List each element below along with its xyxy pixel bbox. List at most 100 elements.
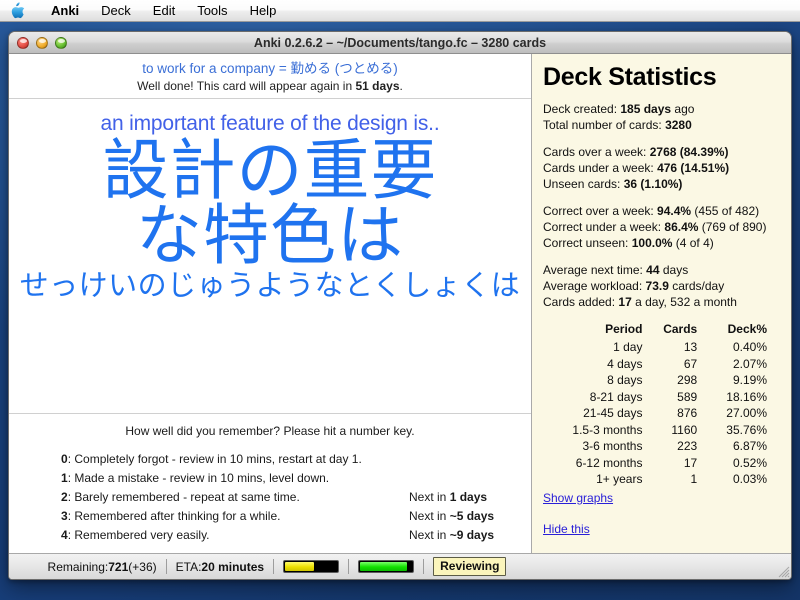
grade-text-4: : Remembered very easily. [67,528,210,542]
stat-label: Correct over a week: [543,204,658,218]
grade-option-1[interactable]: 1 : Made a mistake - review in 10 mins, … [9,469,531,488]
grade-option-4[interactable]: 4 : Remembered very easily. Next in ~9 d… [9,526,531,545]
menu-item-anki[interactable]: Anki [40,0,90,22]
interval-prefix: Well done! This card will appear again i… [137,79,356,93]
grade-text-3: : Remembered after thinking for a while. [67,509,281,523]
grading-prompt: How well did you remember? Please hit a … [125,424,415,438]
question-kanji-line-1: 設計の重要 [102,133,438,207]
cell-deck-pct: 0.40% [732,340,767,354]
interval-distribution-table: Period Cards Deck% 1 day 13 0.40% 4 days [543,321,781,488]
stat-label: Unseen cards: [543,177,624,191]
stats-title: Deck Statistics [543,63,717,91]
stats-group-accuracy: Correct over a week: 94.4% (455 of 482) … [543,203,781,251]
grade-key-1: 1 [61,471,68,485]
stat-deck-created: Deck created: 185 days ago [543,101,781,117]
table-row: 8-21 days 589 18.16% [543,389,781,406]
stat-suffix: cards/day [668,279,725,293]
stat-value: 2768 (84.39%) [649,145,729,159]
remaining-status: Remaining: 721 (+36) [39,560,166,574]
close-button[interactable] [17,36,29,49]
question-kana-reading: せっけいのじゅうようなとくしょくは [19,269,521,302]
cell-period: 21-45 days [583,406,643,420]
cell-cards: 67 [683,356,698,371]
apple-logo-icon[interactable] [9,2,26,20]
zoom-button[interactable] [55,36,67,49]
progress-green-wrap [349,560,423,573]
cell-period: 4 days [607,356,643,371]
stat-total-cards: Total number of cards: 3280 [543,117,781,133]
table-row: 1.5-3 months 1160 35.76% [543,422,781,439]
status-divider [423,559,425,574]
grade-text-1: : Made a mistake - review in 10 mins, le… [67,471,330,485]
stat-value: 94.4% [657,204,692,218]
table-row: 3-6 months 223 6.87% [543,438,781,455]
menu-item-edit[interactable]: Edit [142,0,186,22]
cell-deck-pct: 2.07% [732,356,767,371]
grade-option-2[interactable]: 2 : Barely remembered - repeat at same t… [9,488,531,507]
grade-key-0: 0 [61,452,68,466]
cell-deck-pct: 9.19% [732,373,767,387]
stats-group-workload: Average next time: 44 days Average workl… [543,262,781,310]
cell-period: 8-21 days [589,389,643,404]
stat-suffix: a day, 532 a month [631,295,737,309]
stat-value: 86.4% [664,220,699,234]
stat-label: Average next time: [543,263,647,277]
grading-panel: How well did you remember? Please hit a … [9,414,531,553]
card-pane: to work for a company = 勤める (つとめる) Well … [9,54,531,553]
stat-value: 476 (14.51%) [657,161,730,175]
stat-cards-under-week: Cards under a week: 476 (14.51%) [543,160,781,176]
stat-value: 44 [646,263,660,277]
cell-deck-pct: 0.03% [732,472,767,486]
cell-cards: 13 [683,340,698,354]
grade-next-2: Next in 1 days [409,488,517,507]
show-graphs-link[interactable]: Show graphs [543,490,613,506]
stat-label: Correct unseen: [543,236,632,250]
grade-text-0: : Completely forgot - review in 10 mins,… [67,452,362,466]
stat-label: Deck created: [543,102,621,116]
stat-correct-over-week: Correct over a week: 94.4% (455 of 482) [543,203,781,219]
table-header-row: Period Cards Deck% [543,321,781,339]
table-row: 4 days 67 2.07% [543,356,781,373]
remaining-value: 721 [108,559,129,574]
stat-label: Cards over a week: [543,145,650,159]
grade-option-3[interactable]: 3 : Remembered after thinking for a whil… [9,507,531,526]
progress-bar-yellow [283,560,340,573]
stat-label: Total number of cards: [543,118,666,132]
cell-deck-pct: 27.00% [726,406,767,420]
resize-grip-icon[interactable] [776,564,790,578]
stat-value: 73.9 [645,279,669,293]
grade-key-3: 3 [61,509,68,523]
stat-suffix: (769 of 890) [698,220,767,234]
cell-period: 1.5-3 months [572,422,643,437]
menu-item-deck[interactable]: Deck [90,0,142,22]
progress-bar-green [358,560,415,573]
progress-fill-yellow [285,562,314,571]
grade-next-prefix-2: Next in [409,490,450,504]
card-question-area: an important feature of the design is.. … [9,99,531,414]
stat-correct-unseen: Correct unseen: 100.0% (4 of 4) [543,235,781,251]
menu-item-help[interactable]: Help [239,0,288,22]
deck-statistics-pane: Deck Statistics Deck created: 185 days a… [531,54,791,553]
menu-bar: Anki Deck Edit Tools Help [0,0,800,22]
eta-label: ETA: [175,559,202,574]
stats-group-general: Deck created: 185 days ago Total number … [543,101,781,133]
menu-item-tools[interactable]: Tools [186,0,238,22]
table-row: 8 days 298 9.19% [543,372,781,389]
window-title: Anki 0.2.6.2 – ~/Documents/tango.fc – 32… [253,35,547,50]
table-row: 6-12 months 17 0.52% [543,455,781,472]
grade-option-0[interactable]: 0 : Completely forgot - review in 10 min… [9,450,531,469]
stat-label: Average workload: [543,279,646,293]
remaining-label: Remaining: [47,559,109,574]
cell-period: 1+ years [596,472,643,486]
stat-value: 17 [618,295,632,309]
cell-deck-pct: 0.52% [732,455,767,470]
minimize-button[interactable] [36,36,48,49]
cell-cards: 876 [677,406,698,420]
col-header-period: Period [605,322,643,336]
grade-next-4: Next in ~9 days [409,526,517,545]
window-title-bar[interactable]: Anki 0.2.6.2 – ~/Documents/tango.fc – 32… [9,32,791,54]
stat-label: Correct under a week: [543,220,665,234]
hide-this-link[interactable]: Hide this [543,521,590,537]
grade-next-value-3: ~5 days [449,509,495,523]
